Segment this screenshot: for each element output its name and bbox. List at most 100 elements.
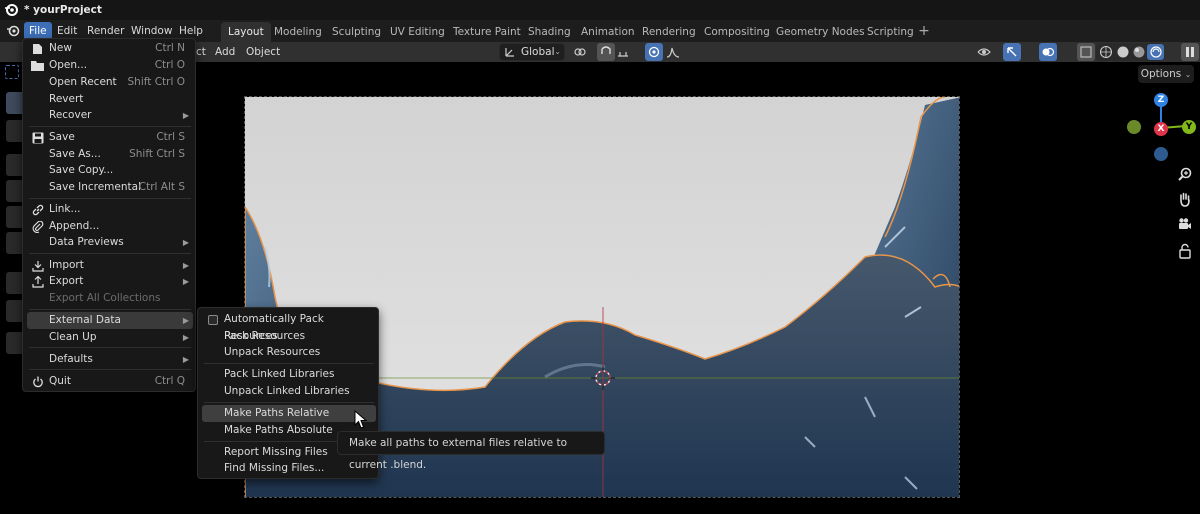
gizmo-y-axis[interactable]: Y (1182, 120, 1196, 134)
falloff-curve-icon[interactable] (664, 43, 682, 61)
lock-icon[interactable] (1176, 242, 1194, 260)
menu-select-partial[interactable]: ct (196, 42, 206, 62)
tab-rendering[interactable]: Rendering (635, 22, 703, 42)
gizmo-x-axis[interactable]: X (1154, 122, 1168, 136)
tab-layout[interactable]: Layout (221, 22, 271, 42)
menu-item-label: Pack Resources (224, 330, 306, 342)
shortcut-label: Ctrl O (154, 59, 185, 71)
menu-item-label: Revert (49, 93, 84, 105)
transform-orientation-select[interactable]: Global ⌄ (499, 43, 565, 61)
menu-item-label: New (49, 42, 72, 54)
tab-compositing[interactable]: Compositing (697, 22, 777, 42)
menu-item-open[interactable]: Open... Ctrl O (27, 57, 193, 74)
menu-item-label: Append... (49, 220, 100, 232)
menu-item-unpack-linked-libraries[interactable]: Unpack Linked Libraries (202, 383, 376, 400)
menu-separator (204, 363, 374, 364)
menu-item-link[interactable]: Link... (27, 201, 193, 218)
add-workspace-button[interactable]: + (916, 22, 932, 42)
wireframe-shading-icon[interactable] (1099, 45, 1113, 62)
gizmo-z-axis[interactable]: Z (1154, 93, 1168, 107)
pivot-point-icon[interactable] (571, 43, 589, 61)
menu-item-export-all-collections[interactable]: Export All Collections (27, 290, 193, 307)
menu-item-pack-linked-libraries[interactable]: Pack Linked Libraries (202, 366, 376, 383)
menu-item-label: Save Copy... (49, 164, 114, 176)
menu-item-auto-pack-resources[interactable]: Automatically Pack Resources (202, 311, 376, 342)
options-label: Options (1140, 68, 1182, 80)
options-button[interactable]: Options ⌄ (1138, 65, 1194, 83)
tab-texture-paint[interactable]: Texture Paint (446, 22, 528, 42)
tab-modeling[interactable]: Modeling (267, 22, 329, 42)
menu-item-import[interactable]: Import ▶ (27, 257, 193, 274)
overlays-toggle-icon[interactable] (1039, 43, 1057, 61)
menu-item-save-incremental[interactable]: Save Incremental Ctrl Alt S (27, 179, 193, 196)
menu-object[interactable]: Object (246, 42, 280, 62)
menu-item-export[interactable]: Export ▶ (27, 273, 193, 290)
menu-item-label: External Data (49, 314, 121, 326)
shortcut-label: Shift Ctrl O (127, 76, 186, 88)
menu-item-unpack-resources[interactable]: Unpack Resources (202, 344, 376, 361)
menu-item-save[interactable]: Save Ctrl S (27, 129, 193, 146)
solid-shading-icon[interactable] (1116, 45, 1130, 62)
select-mode-icon[interactable] (5, 65, 19, 79)
tab-uv-editing[interactable]: UV Editing (383, 22, 452, 42)
shortcut-label: Ctrl Q (154, 375, 185, 387)
orientation-icon (503, 45, 517, 62)
proportional-edit-icon[interactable] (645, 43, 663, 61)
folder-icon (31, 59, 44, 72)
menu-item-label: Open Recent (49, 76, 117, 88)
gizmo-toggle-icon[interactable] (1003, 43, 1021, 61)
submenu-arrow-icon: ▶ (182, 355, 189, 364)
menu-item-defaults[interactable]: Defaults ▶ (27, 351, 193, 368)
snap-target-icon[interactable] (614, 43, 632, 61)
zoom-icon[interactable] (1176, 165, 1194, 183)
snap-toggle-icon[interactable] (597, 43, 615, 61)
menu-item-data-previews[interactable]: Data Previews ▶ (27, 234, 193, 251)
menu-item-save-as[interactable]: Save As... Shift Ctrl S (27, 146, 193, 163)
menu-item-new[interactable]: New Ctrl N (27, 40, 193, 57)
append-clip-icon (31, 220, 44, 233)
menu-item-label: Save As... (49, 148, 101, 160)
shortcut-label: Ctrl N (155, 42, 185, 54)
tab-shading[interactable]: Shading (521, 22, 578, 42)
menu-item-external-data[interactable]: External Data ▶ (27, 312, 193, 329)
menu-item-append[interactable]: Append... (27, 218, 193, 235)
tab-sculpting[interactable]: Sculpting (325, 22, 388, 42)
tab-scripting[interactable]: Scripting (860, 22, 921, 42)
menu-item-recover[interactable]: Recover ▶ (27, 107, 193, 124)
menu-item-revert[interactable]: Revert (27, 91, 193, 108)
sidebar-toggle-icon[interactable] (1181, 43, 1199, 61)
rendered-shading-icon[interactable] (1147, 44, 1164, 60)
camera-view-icon[interactable] (1176, 215, 1194, 233)
menu-separator (29, 309, 191, 310)
tab-geometry-nodes[interactable]: Geometry Nodes (769, 22, 872, 42)
title-bar: * yourProject (0, 0, 1200, 20)
menu-separator (29, 369, 191, 370)
gizmo-neg-z-axis[interactable] (1154, 147, 1168, 161)
menu-item-quit[interactable]: Quit Ctrl Q (27, 373, 193, 390)
pan-hand-icon[interactable] (1176, 190, 1194, 208)
menu-item-label: Data Previews (49, 236, 124, 248)
menu-item-label: Recover (49, 109, 92, 121)
menu-item-label: Unpack Linked Libraries (224, 385, 350, 397)
visibility-eye-icon[interactable] (975, 43, 993, 61)
menu-item-pack-resources[interactable]: Pack Resources (202, 328, 376, 345)
blender-menu-icon[interactable] (2, 22, 24, 40)
menu-item-clean-up[interactable]: Clean Up ▶ (27, 329, 193, 346)
gizmo-neg-y-axis[interactable] (1127, 120, 1141, 134)
shortcut-label: Ctrl Alt S (138, 181, 185, 193)
material-shading-icon[interactable] (1132, 45, 1146, 62)
auto-pack-checkbox[interactable] (208, 315, 218, 325)
shading-mode-group (1096, 43, 1164, 61)
menu-add[interactable]: Add (215, 42, 235, 62)
menu-item-label: Make Paths Absolute (224, 424, 333, 436)
menu-item-make-paths-relative[interactable]: Make Paths Relative (202, 405, 376, 422)
menu-item-label: Save Incremental (49, 181, 141, 193)
tab-animation[interactable]: Animation (574, 22, 642, 42)
menu-item-open-recent[interactable]: Open Recent Shift Ctrl O (27, 74, 193, 91)
shortcut-label: Shift Ctrl S (129, 148, 185, 160)
power-icon (31, 375, 44, 388)
window-title: * yourProject (24, 4, 102, 16)
xray-toggle-icon[interactable] (1077, 43, 1095, 61)
blender-logo-icon (2, 1, 20, 19)
menu-item-save-copy[interactable]: Save Copy... (27, 162, 193, 179)
